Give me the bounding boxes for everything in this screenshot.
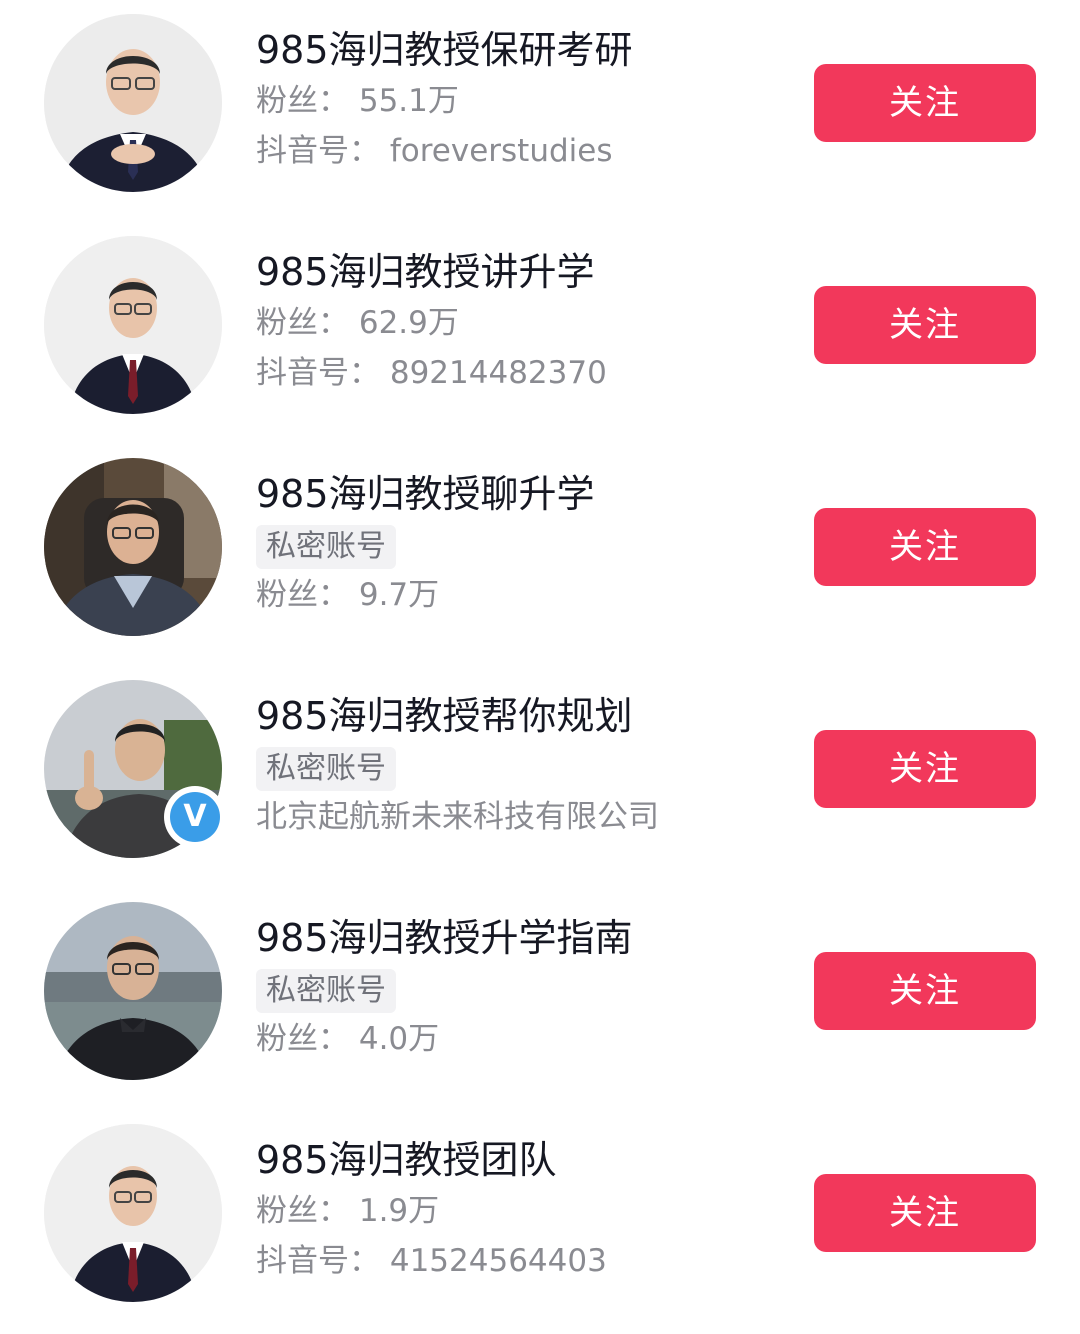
user-name[interactable]: 985海归教授保研考研 bbox=[256, 24, 776, 76]
user-avatar[interactable] bbox=[44, 1124, 222, 1302]
follow-button[interactable]: 关注 bbox=[814, 730, 1036, 808]
verified-v-icon: V bbox=[170, 792, 220, 842]
user-list-item[interactable]: V 985海归教授帮你规划 私密账号 北京起航新未来科技有限公司 关注 bbox=[0, 666, 1080, 888]
user-avatar[interactable] bbox=[44, 902, 222, 1080]
private-account-row: 私密账号 bbox=[256, 964, 776, 1014]
user-name[interactable]: 985海归教授讲升学 bbox=[256, 246, 776, 298]
user-info: 985海归教授团队 粉丝： 1.9万 抖音号： 41524564403 bbox=[256, 1134, 776, 1286]
private-account-row: 私密账号 bbox=[256, 742, 776, 792]
follow-button[interactable]: 关注 bbox=[814, 952, 1036, 1030]
user-list-item[interactable]: 985海归教授升学指南 私密账号 粉丝： 4.0万 关注 bbox=[0, 888, 1080, 1110]
avatar-photo-suit-portrait bbox=[44, 1124, 222, 1302]
follow-button[interactable]: 关注 bbox=[814, 286, 1036, 364]
avatar-photo-suit-portrait bbox=[44, 14, 222, 192]
verified-badge: V bbox=[164, 786, 226, 848]
user-info: 985海归教授保研考研 粉丝： 55.1万 抖音号： foreverstudie… bbox=[256, 24, 776, 176]
follow-button[interactable]: 关注 bbox=[814, 1174, 1036, 1252]
user-avatar[interactable] bbox=[44, 458, 222, 636]
follower-count: 粉丝： 4.0万 bbox=[256, 1021, 440, 1057]
user-info: 985海归教授升学指南 私密账号 粉丝： 4.0万 bbox=[256, 912, 776, 1064]
avatar-photo-river-portrait bbox=[44, 902, 222, 1080]
user-list-item[interactable]: 985海归教授团队 粉丝： 1.9万 抖音号： 41524564403 关注 bbox=[0, 1110, 1080, 1332]
user-name[interactable]: 985海归教授帮你规划 bbox=[256, 690, 776, 742]
douyin-id: 抖音号： foreverstudies bbox=[256, 133, 613, 169]
user-info: 985海归教授讲升学 粉丝： 62.9万 抖音号： 89214482370 bbox=[256, 246, 776, 398]
avatar-photo-suit-portrait bbox=[44, 236, 222, 414]
follower-count: 粉丝： 9.7万 bbox=[256, 577, 440, 613]
private-account-tag: 私密账号 bbox=[256, 969, 396, 1013]
avatar-photo-office-portrait bbox=[44, 458, 222, 636]
douyin-id: 抖音号： 89214482370 bbox=[256, 355, 607, 391]
company-name: 北京起航新未来科技有限公司 bbox=[256, 799, 659, 835]
user-list-item[interactable]: 985海归教授聊升学 私密账号 粉丝： 9.7万 关注 bbox=[0, 444, 1080, 666]
follow-button[interactable]: 关注 bbox=[814, 508, 1036, 586]
private-account-tag: 私密账号 bbox=[256, 525, 396, 569]
user-name[interactable]: 985海归教授聊升学 bbox=[256, 468, 776, 520]
follower-count: 粉丝： 62.9万 bbox=[256, 305, 459, 341]
user-avatar[interactable] bbox=[44, 14, 222, 192]
user-list-item[interactable]: 985海归教授讲升学 粉丝： 62.9万 抖音号： 89214482370 关注 bbox=[0, 222, 1080, 444]
private-account-tag: 私密账号 bbox=[256, 747, 396, 791]
user-avatar[interactable] bbox=[44, 236, 222, 414]
follower-count: 粉丝： 1.9万 bbox=[256, 1193, 440, 1229]
user-info: 985海归教授聊升学 私密账号 粉丝： 9.7万 bbox=[256, 468, 776, 620]
follower-count: 粉丝： 55.1万 bbox=[256, 83, 459, 119]
user-list-item[interactable]: 985海归教授保研考研 粉丝： 55.1万 抖音号： foreverstudie… bbox=[0, 0, 1080, 222]
user-info: 985海归教授帮你规划 私密账号 北京起航新未来科技有限公司 bbox=[256, 690, 776, 842]
user-name[interactable]: 985海归教授团队 bbox=[256, 1134, 776, 1186]
user-search-results: 985海归教授保研考研 粉丝： 55.1万 抖音号： foreverstudie… bbox=[0, 0, 1080, 1334]
private-account-row: 私密账号 bbox=[256, 520, 776, 570]
follow-button[interactable]: 关注 bbox=[814, 64, 1036, 142]
user-name[interactable]: 985海归教授升学指南 bbox=[256, 912, 776, 964]
douyin-id: 抖音号： 41524564403 bbox=[256, 1243, 607, 1279]
